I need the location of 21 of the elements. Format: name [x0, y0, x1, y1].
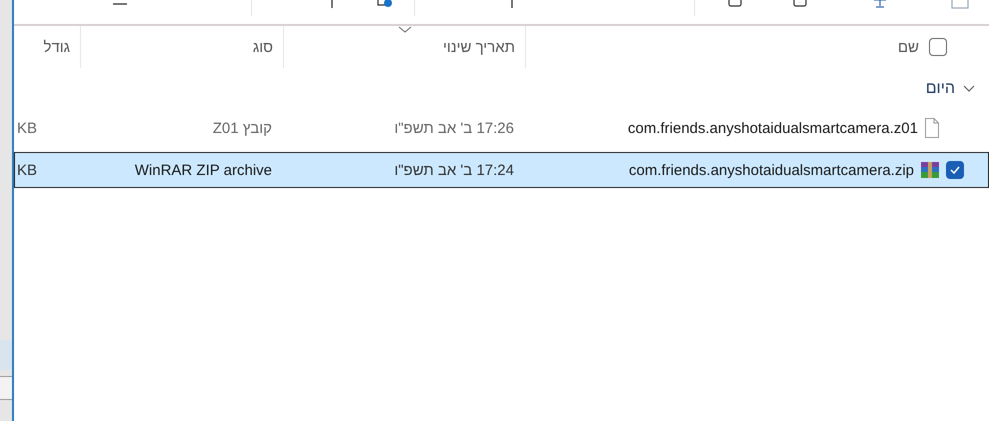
file-type: WinRAR ZIP archive	[134, 162, 272, 178]
select-all-checkbox[interactable]	[929, 38, 947, 56]
document-icon	[924, 118, 940, 138]
modified-date: 17:24 ב' אב תשפ"ו	[394, 162, 514, 178]
file-type: קובץ Z01	[212, 120, 272, 136]
column-header[interactable]: שם	[898, 38, 919, 56]
chevron-icon[interactable]	[963, 85, 975, 93]
badge-icon[interactable]	[376, 0, 394, 10]
column-header[interactable]: תאריך שינוי	[442, 38, 515, 56]
column-header[interactable]: סוג	[252, 38, 273, 56]
file-name: com.friends.anyshotaidualsmartcamera.zip	[628, 162, 914, 178]
row-checkbox[interactable]	[946, 161, 964, 179]
modified-date: 17:26 ב' אב תשפ"ו	[394, 120, 514, 136]
file-size: KB	[17, 162, 38, 178]
file-name: com.friends.anyshotaidualsmartcamera.z01	[628, 120, 918, 136]
file-size: KB	[17, 120, 38, 136]
checkmark-icon	[949, 165, 961, 175]
column-header[interactable]: גודל	[44, 38, 70, 56]
input-field[interactable]	[0, 376, 12, 400]
archive-icon	[920, 161, 940, 179]
group-header[interactable]: היום	[926, 80, 955, 98]
